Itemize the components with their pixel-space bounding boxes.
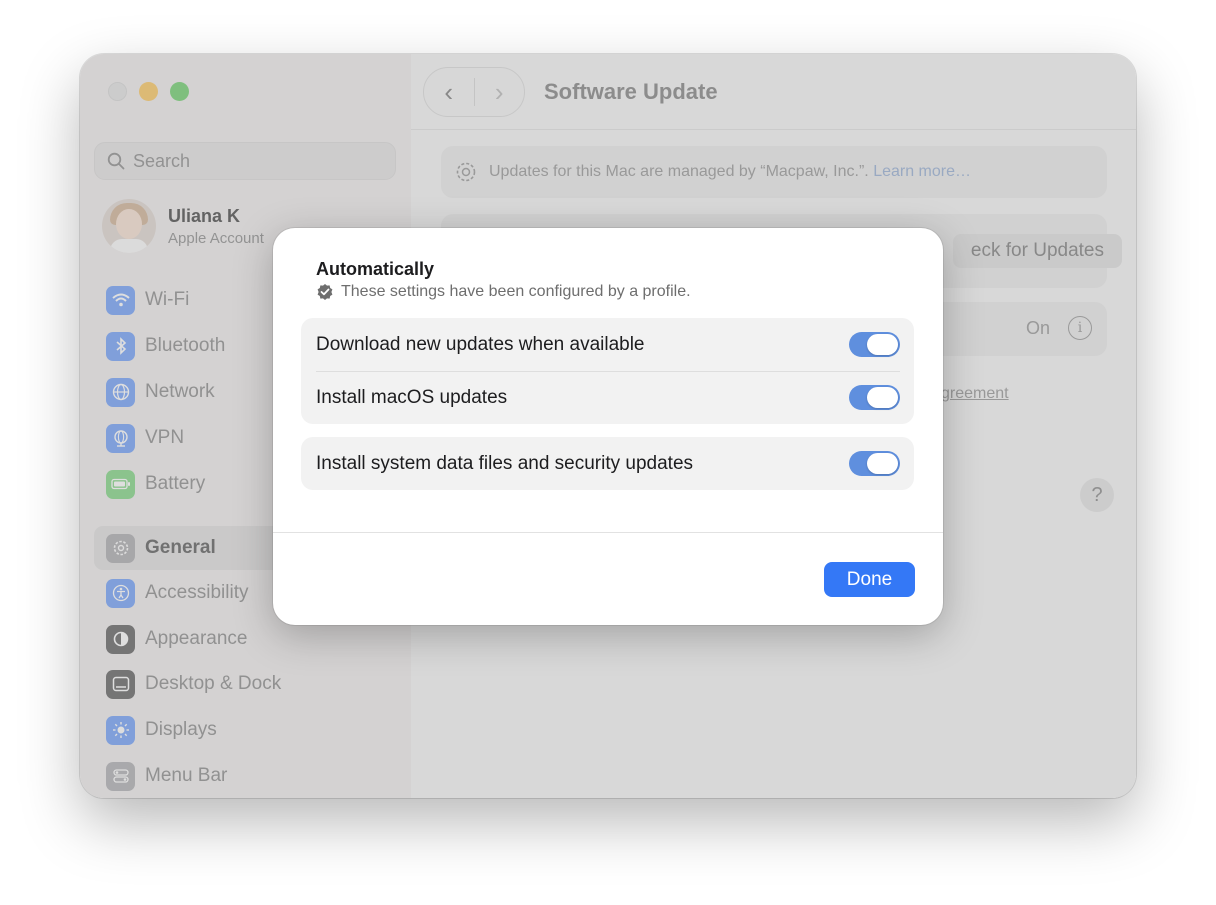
verified-badge-icon [317, 284, 333, 300]
install-macos-toggle[interactable] [849, 385, 900, 410]
profile-note-text: These settings have been configured by a… [341, 283, 691, 300]
row-label: Install macOS updates [316, 386, 508, 408]
settings-group: Install system data files and security u… [301, 437, 914, 490]
security-updates-toggle[interactable] [849, 451, 900, 476]
profile-note: These settings have been configured by a… [316, 283, 691, 301]
download-updates-toggle[interactable] [849, 332, 900, 357]
sheet-divider [273, 532, 943, 533]
install-macos-row: Install macOS updates [301, 371, 914, 424]
automatic-updates-sheet: Automatically These settings have been c… [273, 228, 943, 625]
sheet-title: Automatically [316, 259, 435, 279]
row-label: Download new updates when available [316, 333, 645, 355]
security-updates-row: Install system data files and security u… [301, 437, 914, 490]
row-label: Install system data files and security u… [316, 452, 694, 474]
download-updates-row: Download new updates when available [301, 318, 914, 371]
settings-group: Download new updates when available Inst… [301, 318, 914, 424]
done-button[interactable]: Done [824, 562, 915, 597]
